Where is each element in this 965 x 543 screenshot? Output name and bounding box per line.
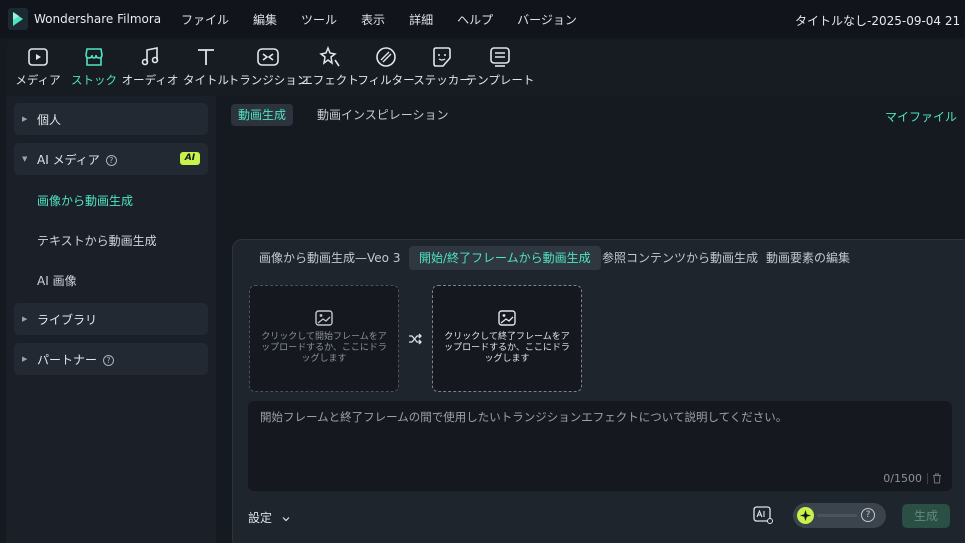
sidebar-item-ai-image[interactable]: AI 画像 xyxy=(37,272,77,289)
end-frame-hint: クリックして終了フレームをアップロードするか、ここにドラッグします xyxy=(444,332,570,364)
credit-spark-icon xyxy=(797,507,814,524)
settings-dropdown[interactable]: 設定 xyxy=(248,509,290,526)
help-icon[interactable]: ? xyxy=(105,155,117,166)
chevron-down-icon xyxy=(282,516,290,521)
panel-tab-edit-elements[interactable]: 動画要素の編集 xyxy=(756,246,860,270)
filmora-window: Wondershare Filmora ファイル 編集 ツール 表示 詳細 ヘル… xyxy=(0,0,965,543)
partner-text: パートナー xyxy=(37,353,98,367)
menu-edit[interactable]: 編集 xyxy=(253,11,277,28)
audio-icon xyxy=(139,46,161,68)
sidebar-group-ai-media[interactable]: ▼ AI メディア? AI xyxy=(14,143,208,175)
credits-indicator[interactable]: ? xyxy=(793,503,886,528)
sidebar-item-text-to-video[interactable]: テキストから動画生成 xyxy=(37,232,157,249)
menu-help[interactable]: ヘルプ xyxy=(457,11,493,28)
sidebar: ▶ 個人 ▼ AI メディア? AI 画像から動画生成 テキストから動画生成 A… xyxy=(6,96,216,543)
ai-badge: AI xyxy=(180,152,200,165)
menu-bar: ファイル 編集 ツール 表示 詳細 ヘルプ バージョン xyxy=(181,11,601,28)
tab-video-inspiration[interactable]: 動画インスピレーション xyxy=(310,104,456,126)
transition-icon xyxy=(257,46,279,68)
toolbar-filter-label: フィルター xyxy=(357,73,415,87)
template-icon xyxy=(489,46,511,68)
toolbar-media-label: メディア xyxy=(15,73,61,87)
media-toolbar: メディア ストック オーディオ タイトル トランジション エフェクト フィルター… xyxy=(6,40,965,96)
menu-tools[interactable]: ツール xyxy=(301,11,337,28)
media-icon xyxy=(27,46,49,68)
tab-video-generation[interactable]: 動画生成 xyxy=(231,104,294,126)
panel-tab-start-end-frame[interactable]: 開始/終了フレームから動画生成 xyxy=(409,246,601,270)
sidebar-group-ai-media-label: AI メディア? xyxy=(37,151,117,168)
toolbar-transition[interactable]: トランジション xyxy=(228,46,308,88)
generate-button[interactable]: 生成 xyxy=(902,504,950,528)
caret-down-icon: ▼ xyxy=(22,155,28,163)
sticker-icon xyxy=(431,46,453,68)
image-upload-icon xyxy=(498,310,516,326)
ai-image-icon[interactable] xyxy=(753,506,773,524)
caret-right-icon: ▶ xyxy=(22,355,28,363)
sidebar-group-library-label: ライブラリ xyxy=(37,313,98,327)
generation-panel: 画像から動画生成—Veo 3 開始/終了フレームから動画生成 参照コンテンツから… xyxy=(232,239,965,543)
credits-bar xyxy=(817,514,857,517)
sidebar-group-partner-label: パートナー? xyxy=(37,351,115,368)
effect-icon xyxy=(319,46,341,68)
menu-version[interactable]: バージョン xyxy=(517,11,577,28)
menu-view[interactable]: 表示 xyxy=(361,11,385,28)
filmora-logo-icon xyxy=(8,8,28,30)
sidebar-group-personal-label: 個人 xyxy=(37,113,62,127)
start-frame-hint: クリックして開始フレームをアップロードするか、ここにドラッグします xyxy=(261,332,387,364)
start-frame-dropzone[interactable]: クリックして開始フレームをアップロードするか、ここにドラッグします xyxy=(249,285,399,392)
menu-advanced[interactable]: 詳細 xyxy=(409,11,433,28)
prompt-input[interactable]: 開始フレームと終了フレームの間で使用したいトランジションエフェクトについて説明し… xyxy=(248,401,952,491)
menu-file[interactable]: ファイル xyxy=(181,11,229,28)
toolbar-template-label: テンプレート xyxy=(465,73,535,87)
panel-tab-reference-content[interactable]: 参照コンテンツから動画生成 xyxy=(592,246,768,270)
caret-right-icon: ▶ xyxy=(22,115,28,123)
my-files-link[interactable]: マイファイル xyxy=(885,108,957,125)
stock-icon xyxy=(83,46,105,68)
sidebar-group-personal[interactable]: ▶ 個人 xyxy=(14,103,208,135)
end-frame-dropzone[interactable]: クリックして終了フレームをアップロードするか、ここにドラッグします xyxy=(432,285,582,392)
ai-media-text: AI メディア xyxy=(37,153,100,167)
toolbar-title-label: タイトル xyxy=(183,73,229,87)
character-counter: 0/1500 xyxy=(883,472,922,485)
sidebar-item-image-to-video[interactable]: 画像から動画生成 xyxy=(37,192,133,209)
toolbar-template[interactable]: テンプレート xyxy=(465,46,535,88)
sidebar-group-partner[interactable]: ▶ パートナー? xyxy=(14,343,208,375)
caret-right-icon: ▶ xyxy=(22,315,28,323)
main-content: 動画生成 動画インスピレーション マイファイル 画像から動画生成—Veo 3 開… xyxy=(216,96,965,543)
sidebar-group-library[interactable]: ▶ ライブラリ xyxy=(14,303,208,335)
swap-frames-icon[interactable] xyxy=(408,333,422,345)
counter-divider xyxy=(927,473,928,484)
app-name: Wondershare Filmora xyxy=(34,12,162,26)
panel-tab-image-to-video-veo3[interactable]: 画像から動画生成—Veo 3 xyxy=(249,246,410,270)
title-bar: Wondershare Filmora ファイル 編集 ツール 表示 詳細 ヘル… xyxy=(0,0,965,38)
settings-label: 設定 xyxy=(248,511,273,525)
image-upload-icon xyxy=(315,310,333,326)
help-icon[interactable]: ? xyxy=(103,355,115,366)
title-icon xyxy=(195,46,217,68)
toolbar-audio-label: オーディオ xyxy=(121,73,179,87)
trash-icon[interactable] xyxy=(932,473,942,484)
help-icon[interactable]: ? xyxy=(861,508,875,522)
filter-icon xyxy=(375,46,397,68)
toolbar-effect-label: エフェクト xyxy=(301,73,359,87)
document-title: タイトルなし-2025-09-04 21 36 09(0) xyxy=(795,14,965,28)
prompt-placeholder: 開始フレームと終了フレームの間で使用したいトランジションエフェクトについて説明し… xyxy=(260,410,788,424)
toolbar-sticker-label: ステッカー xyxy=(413,73,471,87)
toolbar-stock-label: ストック xyxy=(71,73,117,87)
